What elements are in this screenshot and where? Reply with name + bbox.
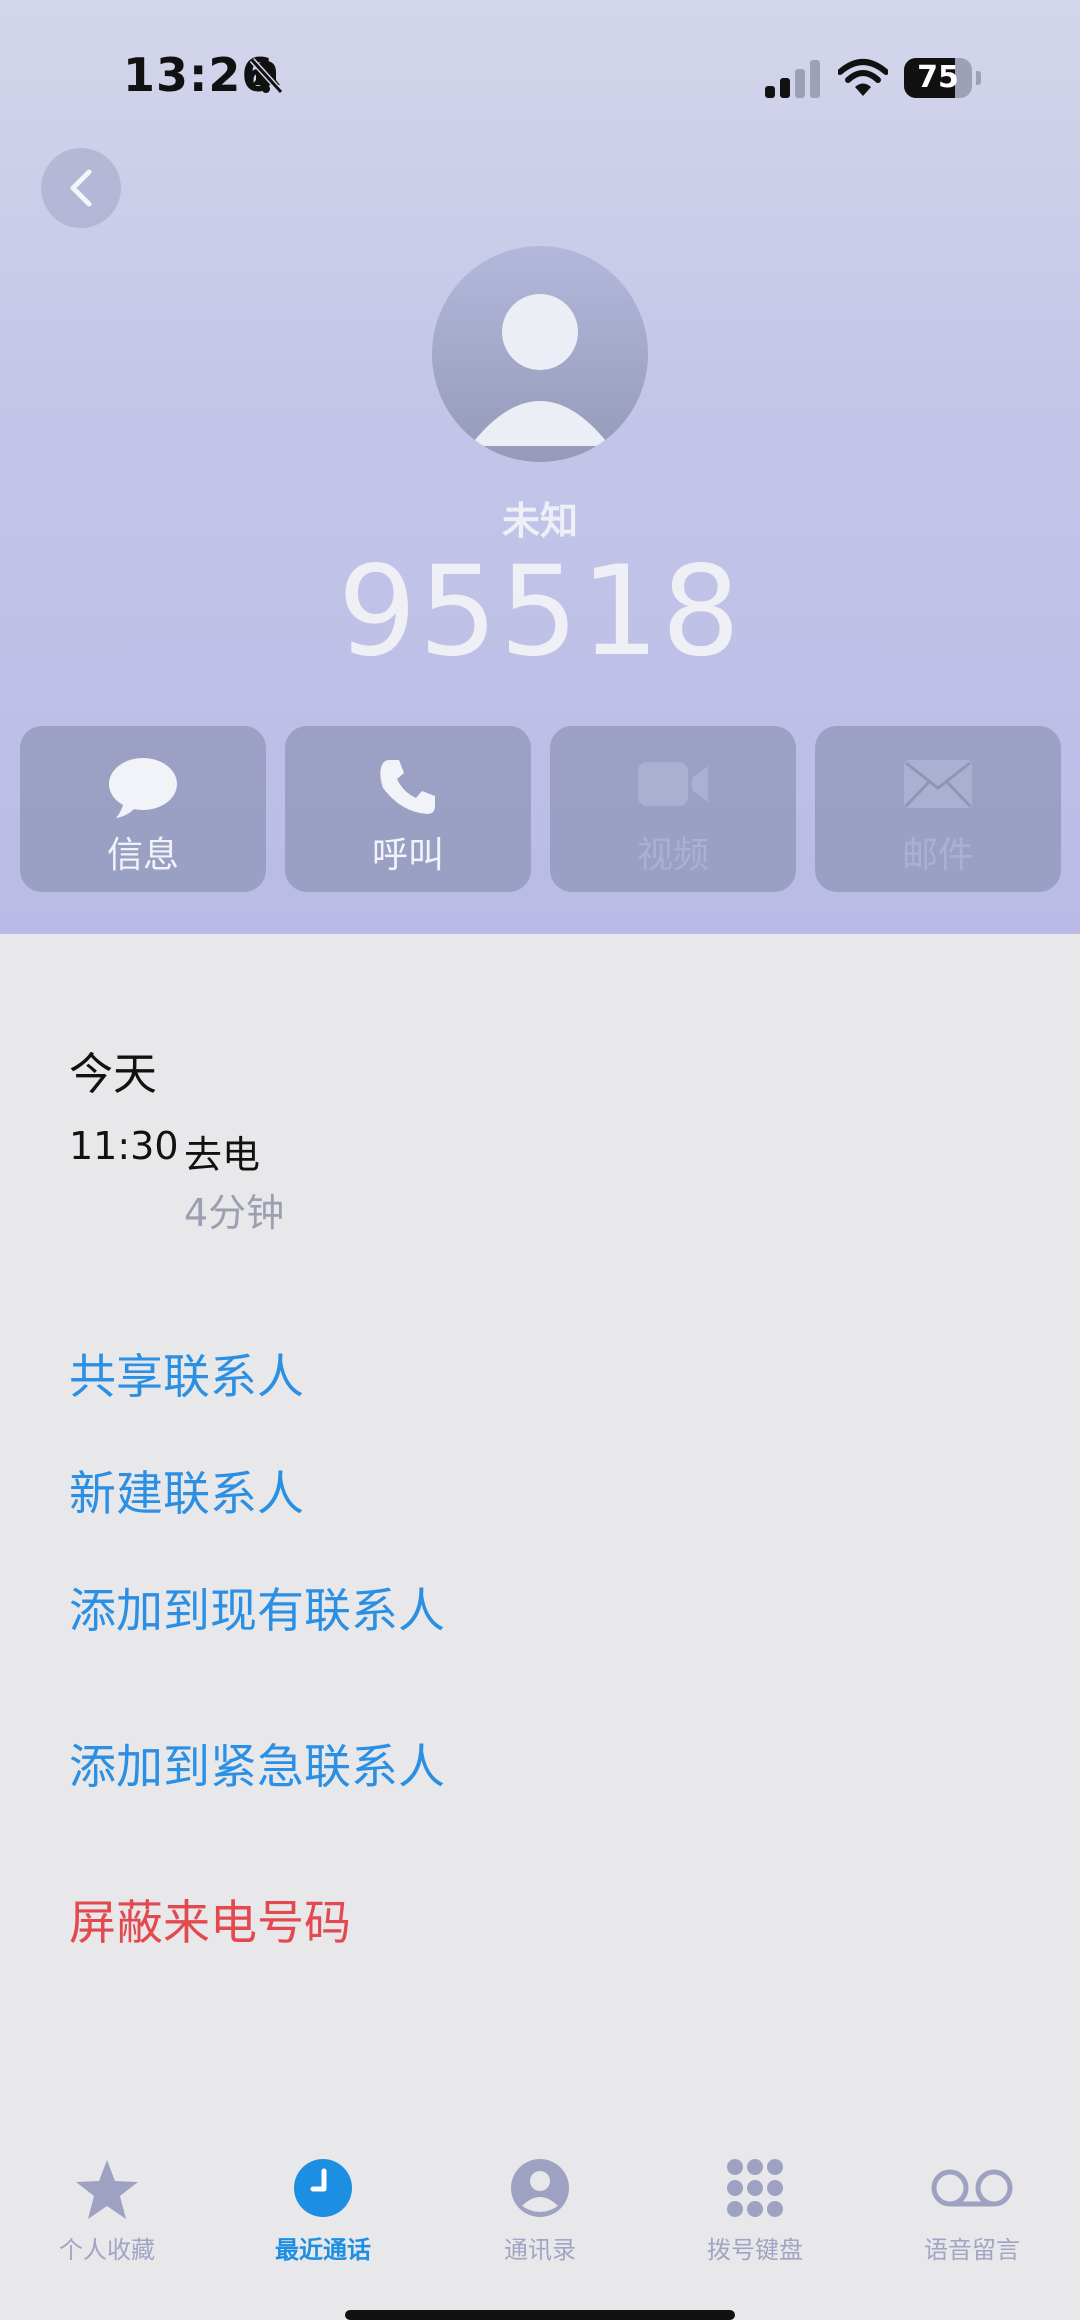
video-label: 视频 [636, 835, 709, 876]
clock-icon [294, 2159, 352, 2217]
message-button[interactable]: 信息 [20, 726, 266, 892]
tab-contacts-label: 通讯录 [504, 2236, 576, 2264]
person-circle-icon [511, 2159, 569, 2217]
cellular-signal-icon [765, 60, 820, 98]
tab-favorites[interactable]: 个人收藏 [7, 2130, 207, 2264]
bell-slash-icon [249, 57, 284, 95]
call-time: 11:30 [69, 1124, 179, 1168]
video-button[interactable]: 视频 [550, 726, 796, 892]
star-icon [76, 2160, 138, 2219]
tab-contacts[interactable]: 通讯录 [440, 2130, 640, 2264]
add-to-existing-contact-link[interactable]: 添加到现有联系人 [69, 1572, 445, 1641]
message-label: 信息 [106, 835, 179, 876]
battery-tip [976, 71, 981, 85]
add-to-emergency-contact-link[interactable]: 添加到紧急联系人 [69, 1728, 445, 1797]
battery-level-text: 75 [917, 60, 959, 95]
home-indicator[interactable] [345, 2310, 735, 2320]
call-type: 去电 [184, 1133, 261, 1177]
call-label: 呼叫 [371, 835, 444, 876]
share-contact-link[interactable]: 共享联系人 [69, 1338, 304, 1407]
person-placeholder-icon [470, 294, 610, 446]
call-button[interactable]: 呼叫 [285, 726, 531, 892]
phone-icon [380, 760, 435, 814]
voicemail-icon [931, 2169, 1013, 2207]
wifi-icon [838, 59, 888, 96]
tab-recents[interactable]: 最近通话 [223, 2130, 423, 2264]
tab-favorites-label: 个人收藏 [59, 2236, 155, 2264]
tab-voicemail[interactable]: 语音留言 [872, 2130, 1072, 2264]
envelope-icon [904, 760, 972, 808]
tab-keypad[interactable]: 拨号键盘 [655, 2130, 855, 2264]
video-camera-icon [638, 762, 708, 806]
mail-label: 邮件 [901, 835, 974, 876]
call-duration: 4分钟 [184, 1191, 285, 1235]
battery-indicator: 75 [904, 58, 981, 98]
tab-bar: 个人收藏 最近通话 通讯录 拨号键盘 语音留言 [0, 2130, 1080, 2264]
tab-voicemail-label: 语音留言 [924, 2236, 1020, 2264]
call-history-section-title: 今天 [69, 1049, 157, 1100]
block-caller-link[interactable]: 屏蔽来电号码 [69, 1884, 351, 1953]
back-button[interactable] [41, 148, 121, 228]
chevron-left-icon [70, 169, 92, 207]
new-contact-link[interactable]: 新建联系人 [69, 1455, 304, 1524]
message-bubble-icon [109, 758, 177, 818]
tab-keypad-label: 拨号键盘 [707, 2236, 803, 2264]
mail-button[interactable]: 邮件 [815, 726, 1061, 892]
avatar [432, 246, 648, 462]
phone-number: 95518 [337, 540, 743, 684]
contact-name: 未知 [501, 499, 578, 543]
tab-recents-label: 最近通话 [275, 2236, 371, 2264]
keypad-icon [727, 2159, 783, 2217]
